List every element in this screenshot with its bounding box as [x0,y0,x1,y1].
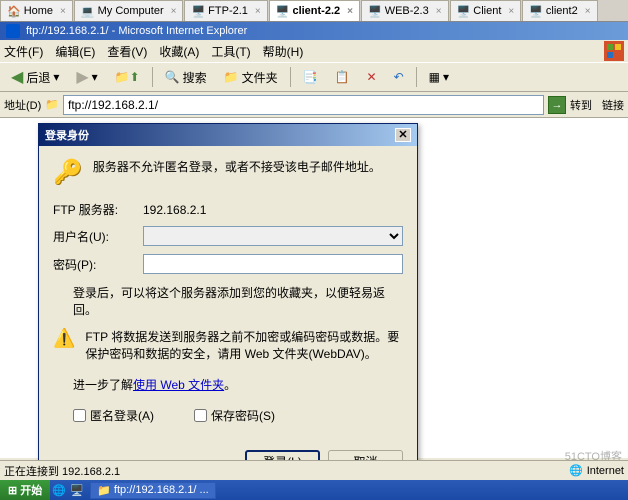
close-button[interactable]: ✕ [395,128,411,142]
note-security: FTP 将数据发送到服务器之前不加密或编码密码或数据。要保护密码和数据的安全，请… [85,328,403,362]
learn-more-prefix: 进一步了解 [73,378,133,392]
chevron-down-icon: ▾ [53,70,59,84]
server-label: FTP 服务器: [53,201,143,218]
close-icon[interactable]: × [508,6,514,17]
move-icon: 📑 [303,70,318,84]
menu-view[interactable]: 查看(V) [107,43,147,60]
note-favorites: 登录后，可以将这个服务器添加到您的收藏夹，以便轻易返回。 [73,284,403,318]
menu-help[interactable]: 帮助(H) [263,43,304,60]
delete-button[interactable]: ✕ [360,66,384,88]
taskbar: ⊞ 开始 🌐 🖥️ 📁ftp://192.168.2.1/ ... [0,480,628,500]
close-icon[interactable]: × [347,6,353,17]
up-icon: 📁⬆ [115,70,140,84]
go-label[interactable]: 转到 [570,97,592,113]
ie-icon [6,24,20,38]
zone-text: Internet [587,465,624,477]
folder-icon: 📁 [45,98,59,111]
delete-icon: ✕ [367,70,377,84]
statusbar: 正在连接到 192.168.2.1 🌐 Internet [0,460,628,480]
close-icon[interactable]: × [436,6,442,17]
close-icon[interactable]: × [585,6,591,17]
content-area: 登录身份 ✕ 🔑 服务器不允许匿名登录，或者不接受该电子邮件地址。 FTP 服务… [0,118,628,458]
close-icon[interactable]: × [60,6,66,17]
password-label: 密码(P): [53,256,143,273]
tab-ftp21[interactable]: 🖥️FTP-2.1× [184,0,267,21]
toolbar: ◀后退▾ ▶▾ 📁⬆ 🔍搜索 📁文件夹 📑 📋 ✕ ↶ ▦▾ [0,62,628,92]
vm-tabs: 🏠Home× 💻My Computer× 🖥️FTP-2.1× 🖥️client… [0,0,628,22]
folders-icon: 📁 [224,70,239,84]
anonymous-checkbox[interactable]: 匿名登录(A) [73,407,154,424]
save-password-checkbox[interactable]: 保存密码(S) [194,407,275,424]
back-button[interactable]: ◀后退▾ [4,63,66,91]
up-button[interactable]: 📁⬆ [108,66,147,88]
window-title: ftp://192.168.2.1/ - Microsoft Internet … [26,25,247,37]
username-input[interactable] [143,226,403,246]
separator [290,67,291,87]
server-value: 192.168.2.1 [143,203,206,217]
undo-button[interactable]: ↶ [387,66,411,88]
addressbar: 地址(D) 📁 → 转到 链接 [0,92,628,118]
vm-icon: 🖥️ [529,5,543,18]
copy-icon: 📋 [335,70,350,84]
internet-icon: 🌐 [569,464,583,477]
password-input[interactable] [143,254,403,274]
menubar: 文件(F) 编辑(E) 查看(V) 收藏(A) 工具(T) 帮助(H) [0,40,628,62]
windows-icon: ⊞ [8,484,17,497]
vm-icon: 🖥️ [368,5,382,18]
separator [152,67,153,87]
dialog-title-text: 登录身份 [45,127,89,143]
back-icon: ◀ [11,67,23,87]
address-input[interactable] [63,95,544,115]
vm-icon: 🖥️ [457,5,471,18]
menu-edit[interactable]: 编辑(E) [55,43,95,60]
vm-icon: 🖥️ [276,5,290,18]
webdav-link[interactable]: 使用 Web 文件夹 [133,378,224,392]
undo-icon: ↶ [394,70,404,84]
ie-logo-icon [604,41,624,61]
close-icon[interactable]: × [171,6,177,17]
search-icon: 🔍 [165,70,180,84]
ie-icon: 📁 [97,484,111,497]
chevron-down-icon: ▾ [92,70,98,84]
go-button[interactable]: → [548,96,566,114]
close-icon[interactable]: × [255,6,261,17]
menu-tools[interactable]: 工具(T) [211,43,250,60]
copy-button[interactable]: 📋 [328,66,357,88]
views-button[interactable]: ▦▾ [422,66,456,88]
dialog-message: 服务器不允许匿名登录，或者不接受该电子邮件地址。 [93,158,381,187]
menu-file[interactable]: 文件(F) [4,43,43,60]
address-label: 地址(D) [4,97,41,113]
views-icon: ▦ [429,70,440,84]
search-button[interactable]: 🔍搜索 [158,65,214,90]
dialog-titlebar[interactable]: 登录身份 ✕ [39,124,417,146]
tab-client[interactable]: 🖥️Client× [450,0,522,21]
key-icon: 🔑 [53,158,83,187]
warning-icon: ⚠️ [53,328,75,362]
status-text: 正在连接到 192.168.2.1 [4,463,120,479]
forward-button[interactable]: ▶▾ [69,63,104,91]
move-button[interactable]: 📑 [296,66,325,88]
tab-home[interactable]: 🏠Home× [0,0,73,21]
forward-icon: ▶ [76,67,88,87]
login-dialog: 登录身份 ✕ 🔑 服务器不允许匿名登录，或者不接受该电子邮件地址。 FTP 服务… [38,123,418,487]
home-icon: 🏠 [7,5,21,18]
tab-web23[interactable]: 🖥️WEB-2.3× [361,0,449,21]
computer-icon: 💻 [81,5,95,18]
tab-mycomputer[interactable]: 💻My Computer× [74,0,184,21]
username-label: 用户名(U): [53,228,143,245]
links-label[interactable]: 链接 [602,97,624,113]
quicklaunch-desktop[interactable]: 🖥️ [68,481,86,499]
separator [416,67,417,87]
window-titlebar: ftp://192.168.2.1/ - Microsoft Internet … [0,22,628,40]
vm-icon: 🖥️ [191,5,205,18]
taskbar-item-ie[interactable]: 📁ftp://192.168.2.1/ ... [90,482,216,499]
folders-button[interactable]: 📁文件夹 [217,65,285,90]
start-button[interactable]: ⊞ 开始 [0,480,50,500]
tab-client2[interactable]: 🖥️client2× [522,0,597,21]
chevron-down-icon: ▾ [443,70,449,84]
tab-client22[interactable]: 🖥️client-2.2× [269,0,360,21]
quicklaunch-ie[interactable]: 🌐 [50,481,68,499]
menu-favorites[interactable]: 收藏(A) [159,43,199,60]
